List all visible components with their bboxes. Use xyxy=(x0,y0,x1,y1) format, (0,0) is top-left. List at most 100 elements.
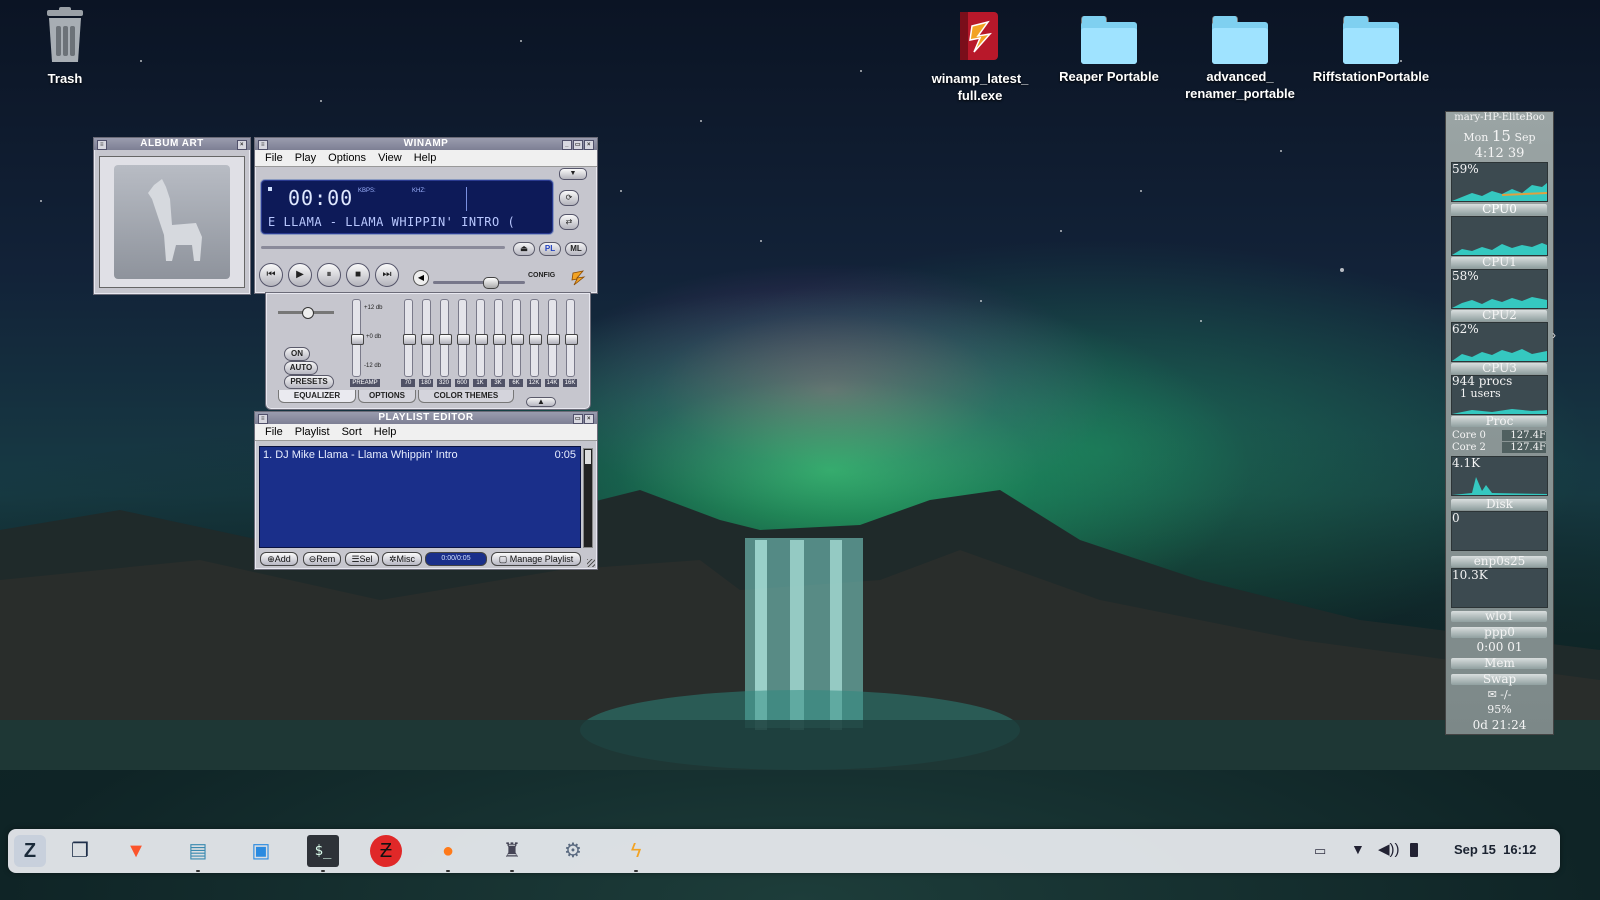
tab-color-themes[interactable]: COLOR THEMES xyxy=(418,390,514,403)
winamp-main-window[interactable]: ≡ WINAMP _ ▭ × File Play Options View He… xyxy=(254,137,598,294)
firefox-icon[interactable]: ● xyxy=(432,835,464,867)
eq-collapse-button[interactable]: ▲ xyxy=(526,397,556,407)
eq-band-14k[interactable] xyxy=(547,299,560,377)
volume-icon[interactable]: ◀)) xyxy=(1378,840,1400,858)
desktop-icon-trash[interactable]: Trash xyxy=(0,6,130,87)
eject-button[interactable]: ⏏ xyxy=(513,242,535,256)
eq-band-600[interactable] xyxy=(457,299,470,377)
album-art-titlebar[interactable]: ≡ ALBUM ART × xyxy=(94,138,250,150)
wifi-icon[interactable]: ▼ xyxy=(1351,841,1365,857)
window-menu-icon[interactable]: ≡ xyxy=(258,414,268,424)
eq-band-180[interactable] xyxy=(421,299,434,377)
eq-auto-button[interactable]: AUTO xyxy=(284,361,318,375)
menu-help[interactable]: Help xyxy=(408,152,443,164)
next-button[interactable]: ⏭ xyxy=(375,263,399,287)
repeat-button[interactable]: ⟳ xyxy=(559,190,579,206)
add-button[interactable]: ⊕Add xyxy=(260,552,298,566)
eq-on-button[interactable]: ON xyxy=(284,347,310,361)
menu-options[interactable]: Options xyxy=(322,152,372,164)
file-manager-icon[interactable]: ▤ xyxy=(182,835,214,867)
balance-slider[interactable] xyxy=(278,307,334,319)
eq-band-3k[interactable] xyxy=(493,299,506,377)
eq-band-16k[interactable] xyxy=(565,299,578,377)
desktop-icon-advanced-renamer[interactable]: advanced_ renamer_portable xyxy=(1175,6,1305,102)
menu-playlist[interactable]: Playlist xyxy=(289,426,336,438)
terminal-icon[interactable]: $_ xyxy=(307,835,339,867)
stop-button[interactable]: ■ xyxy=(346,263,370,287)
preamp-slider[interactable] xyxy=(351,299,364,377)
cpu0-graph xyxy=(1451,216,1548,256)
seek-bar[interactable] xyxy=(261,246,505,249)
eq-band-320[interactable] xyxy=(439,299,452,377)
app-icon-red[interactable]: Ƶ xyxy=(370,835,402,867)
song-marquee[interactable]: E LLAMA - LLAMA WHIPPIN' INTRO ( xyxy=(268,215,548,229)
playlist-toggle-button[interactable]: PL xyxy=(539,242,561,256)
resize-grip[interactable] xyxy=(587,559,595,567)
collapse-button[interactable]: ▼ xyxy=(559,168,587,180)
playlist-scrollbar[interactable] xyxy=(583,448,593,548)
battery-icon[interactable] xyxy=(1410,843,1418,857)
conky-expand-icon[interactable]: › xyxy=(1552,328,1556,342)
eq-band-6k[interactable] xyxy=(511,299,524,377)
tab-options[interactable]: OPTIONS xyxy=(358,390,416,403)
misc-button[interactable]: ✲Misc xyxy=(382,552,422,566)
volume-slider-thumb[interactable] xyxy=(483,277,499,289)
equalizer-window[interactable]: ON AUTO PRESETS +12 db +0 db -12 db PREA… xyxy=(265,292,591,410)
screen-icon[interactable]: ▭ xyxy=(1314,843,1326,859)
settings-icon[interactable]: ⚙ xyxy=(557,835,589,867)
playlist-item[interactable]: 1. DJ Mike Llama - Llama Whippin' Intro … xyxy=(260,447,580,463)
winamp-titlebar[interactable]: ≡ WINAMP _ ▭ × xyxy=(255,138,597,150)
shade-icon[interactable]: ▭ xyxy=(573,414,583,424)
album-art-window[interactable]: ≡ ALBUM ART × xyxy=(93,137,251,295)
winamp-logo-icon[interactable] xyxy=(569,269,587,287)
desktop-icon-reaper-portable[interactable]: Reaper Portable xyxy=(1044,6,1174,85)
shade-icon[interactable]: ▭ xyxy=(573,140,583,150)
close-icon[interactable]: × xyxy=(237,140,247,150)
remove-button[interactable]: ⊖Rem xyxy=(303,552,341,566)
menu-view[interactable]: View xyxy=(372,152,408,164)
user-app-icon[interactable]: ♜ xyxy=(496,835,528,867)
minimize-icon[interactable]: _ xyxy=(562,140,572,150)
menu-play[interactable]: Play xyxy=(289,152,322,164)
volume-slider[interactable] xyxy=(433,277,525,289)
pause-button[interactable]: ⏸ xyxy=(317,263,341,287)
menu-file[interactable]: File xyxy=(259,152,289,164)
shuffle-button[interactable]: ⇄ xyxy=(559,214,579,230)
playlist-titlebar[interactable]: ≡ PLAYLIST EDITOR ▭ × xyxy=(255,412,597,424)
winamp-package-icon xyxy=(960,12,998,60)
zorin-menu-icon[interactable]: Z xyxy=(14,835,46,867)
close-icon[interactable]: × xyxy=(584,414,594,424)
play-button[interactable]: ▶ xyxy=(288,263,312,287)
window-menu-icon[interactable]: ≡ xyxy=(258,140,268,150)
cpu-total-value: 59% xyxy=(1452,162,1479,176)
desktop-icon-winamp-installer[interactable]: winamp_latest_ full.exe xyxy=(915,6,1045,104)
clock[interactable]: Sep 15 16:12 xyxy=(1454,842,1536,857)
eq-band-70[interactable] xyxy=(403,299,416,377)
playlist-list[interactable]: 1. DJ Mike Llama - Llama Whippin' Intro … xyxy=(259,446,581,548)
winamp-taskbar-icon[interactable]: ϟ xyxy=(620,835,652,867)
manage-playlist-button[interactable]: ▢ Manage Playlist xyxy=(491,552,581,566)
time-display[interactable]: 00:00 xyxy=(288,186,353,210)
select-button[interactable]: ☰Sel xyxy=(345,552,379,566)
brave-browser-icon[interactable]: ▼ xyxy=(120,835,152,867)
window-menu-icon[interactable]: ≡ xyxy=(97,140,107,150)
menu-sort[interactable]: Sort xyxy=(336,426,368,438)
landscape xyxy=(0,490,1600,770)
config-label[interactable]: CONFIG xyxy=(528,272,555,279)
menu-help[interactable]: Help xyxy=(368,426,403,438)
media-library-button[interactable]: ML xyxy=(565,242,587,256)
eq-band-12k[interactable] xyxy=(529,299,542,377)
eq-band-1k[interactable] xyxy=(475,299,488,377)
volume-icon: ◀ xyxy=(413,270,429,286)
desktop-icon-riffstation[interactable]: RiffstationPortable xyxy=(1306,6,1436,85)
eq-presets-button[interactable]: PRESETS xyxy=(284,375,334,389)
tab-equalizer[interactable]: EQUALIZER xyxy=(278,390,356,403)
workspaces-icon[interactable]: ❐ xyxy=(64,835,96,867)
previous-button[interactable]: ⏮ xyxy=(259,263,283,287)
playlist-time-display: 0:00/0:05 xyxy=(425,552,487,566)
playlist-menubar: File Playlist Sort Help xyxy=(255,424,597,441)
menu-file[interactable]: File xyxy=(259,426,289,438)
close-icon[interactable]: × xyxy=(584,140,594,150)
playlist-editor-window[interactable]: ≡ PLAYLIST EDITOR ▭ × File Playlist Sort… xyxy=(254,411,598,570)
software-store-icon[interactable]: ▣ xyxy=(245,835,277,867)
